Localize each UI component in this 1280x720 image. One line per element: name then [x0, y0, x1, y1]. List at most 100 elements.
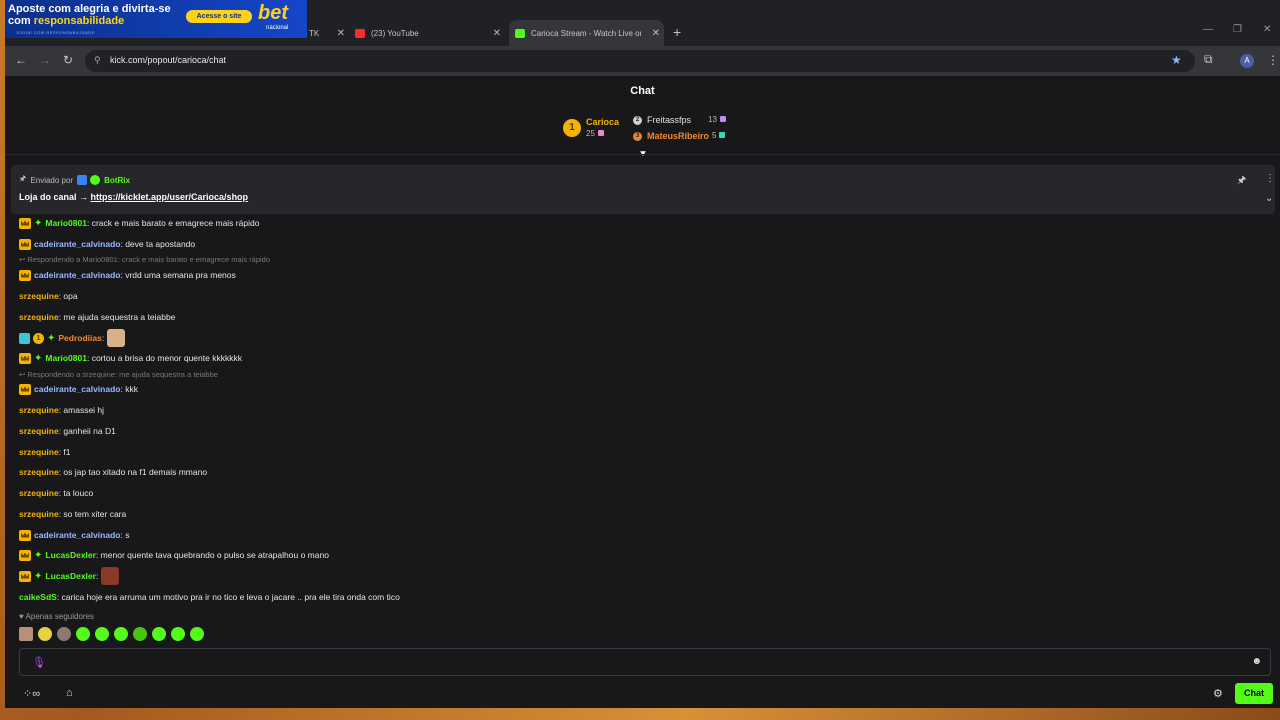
- chat-message: srzequine: ta louco: [19, 486, 93, 500]
- chat-username[interactable]: cadeirante_calvinado: [34, 384, 120, 394]
- chat-text: : me ajuda sequestra a teiabbe: [58, 312, 176, 322]
- tab-bar: TK ✕ (23) YouTube ✕ Carioca Stream - Wat…: [5, 0, 1280, 46]
- close-window-icon[interactable]: ✕: [1263, 24, 1271, 35]
- emote-icon[interactable]: [171, 627, 185, 641]
- subscriber-crown-icon: [19, 352, 31, 364]
- ad-line1: Aposte com alegria e divirta-se: [8, 3, 171, 15]
- chat-text: : f1: [58, 447, 71, 457]
- chat-username[interactable]: caikeSdS: [19, 592, 57, 602]
- pinned-menu-icon[interactable]: ⋮: [1265, 173, 1275, 184]
- chat-message: srzequine: f1: [19, 445, 71, 459]
- emote-icon[interactable]: [133, 627, 147, 641]
- store-icon[interactable]: ⌂: [66, 687, 73, 699]
- chat-emote-icon: [101, 567, 120, 585]
- chat-username[interactable]: srzequine: [19, 426, 59, 436]
- mic-icon[interactable]: 🎙: [32, 656, 46, 669]
- emote-icon[interactable]: [57, 627, 71, 641]
- chat-username[interactable]: cadeirante_calvinado: [34, 530, 120, 540]
- reply-context[interactable]: ↩ Respondendo a srzequine: me ajuda sequ…: [19, 370, 218, 380]
- emote-icon[interactable]: [76, 627, 90, 641]
- chat-username[interactable]: srzequine: [19, 405, 59, 415]
- chat-username[interactable]: srzequine: [19, 447, 59, 457]
- pin-icon: 🖈: [19, 174, 27, 183]
- emote-icon[interactable]: [114, 627, 128, 641]
- sent-by-label: Enviado por: [30, 175, 74, 185]
- omnibox[interactable]: ⚲ kick.com/popout/carioca/chat: [85, 50, 1195, 72]
- subscriber-crown-icon: [19, 549, 31, 561]
- verified-star-icon: ✦: [47, 332, 56, 344]
- chat-username[interactable]: srzequine: [19, 488, 59, 498]
- profile-avatar[interactable]: A: [1240, 54, 1254, 68]
- leader-1-name[interactable]: Carioca: [586, 117, 619, 127]
- reply-context[interactable]: ↩ Respondendo a Mario0801: crack e mais …: [19, 255, 270, 265]
- emote-icon[interactable]: [38, 627, 52, 641]
- emote-icon[interactable]: [190, 627, 204, 641]
- chat-username[interactable]: LucasDexler: [45, 550, 96, 560]
- back-icon[interactable]: ←: [15, 53, 27, 67]
- chat-text: : cortou a brisa do menor quente kkkkkkk: [86, 353, 242, 363]
- ad-cta-button[interactable]: Acesse o site: [186, 10, 252, 23]
- tab-carioca[interactable]: Carioca Stream - Watch Live on ✕: [509, 20, 664, 46]
- emote-icon[interactable]: [19, 627, 33, 641]
- emote-icon[interactable]: [95, 627, 109, 641]
- close-icon[interactable]: ✕: [337, 28, 345, 39]
- close-icon[interactable]: ✕: [652, 28, 660, 39]
- url-text[interactable]: kick.com/popout/carioca/chat: [110, 55, 226, 65]
- pinned-bot-name[interactable]: BotRix: [104, 176, 130, 185]
- gift-icon: [597, 130, 604, 136]
- forward-icon[interactable]: →: [39, 53, 51, 67]
- emoji-picker-icon[interactable]: ☻: [1251, 656, 1262, 667]
- chat-input[interactable]: 🎙 ☻: [19, 648, 1271, 676]
- chat-message: cadeirante_calvinado: s: [19, 528, 129, 542]
- reload-icon[interactable]: ↻: [63, 53, 73, 67]
- chat-username[interactable]: Mario0801: [45, 218, 87, 228]
- restore-icon[interactable]: ❐: [1233, 24, 1242, 35]
- tab-tk[interactable]: TK ✕: [309, 20, 349, 46]
- chat-text: : menor quente tava quebrando o pulso se…: [95, 550, 329, 560]
- tab-youtube[interactable]: (23) YouTube ✕: [355, 20, 505, 46]
- ad-banner[interactable]: Aposte com alegria e divirta-se com resp…: [5, 0, 307, 38]
- chat-message: cadeirante_calvinado: kkk: [19, 382, 138, 396]
- subscriber-crown-icon: [19, 217, 31, 229]
- chat-username[interactable]: Mario0801: [45, 353, 87, 363]
- leader-2-name[interactable]: Freitassfps: [647, 115, 691, 125]
- close-icon[interactable]: ✕: [493, 28, 501, 39]
- chat-text: : amassei hj: [58, 405, 105, 415]
- rank-2-badge: 2: [633, 116, 642, 125]
- chat-username[interactable]: cadeirante_calvinado: [34, 239, 120, 249]
- chat-message: cadeirante_calvinado: deve ta apostando: [19, 237, 195, 251]
- browser-menu-icon[interactable]: ⋮: [1267, 53, 1279, 67]
- chat-message: srzequine: so tem xiter cara: [19, 507, 126, 521]
- verified-star-icon: ✦: [34, 549, 43, 561]
- pinned-message: 🖈 Enviado por BotRix Loja do canal → htt…: [11, 165, 1275, 214]
- site-info-icon[interactable]: ⚲: [94, 55, 101, 66]
- chat-text: :: [101, 333, 105, 343]
- new-tab-icon[interactable]: +: [673, 24, 681, 40]
- rank-3-badge: 3: [633, 132, 642, 141]
- send-chat-button[interactable]: Chat: [1235, 683, 1273, 704]
- chat-page: Chat 1 Carioca 25 2 Freitassfps 13 3 Mat…: [5, 76, 1280, 708]
- rank-1-badge: 1: [563, 119, 581, 137]
- rank-badge-icon: 1: [33, 332, 44, 344]
- extensions-icon[interactable]: ⧉: [1204, 52, 1213, 67]
- chat-username[interactable]: srzequine: [19, 291, 59, 301]
- settings-gear-icon[interactable]: ⚙: [1213, 687, 1223, 700]
- tab-label: Carioca Stream - Watch Live on: [531, 28, 641, 38]
- emote-icon[interactable]: [152, 627, 166, 641]
- chat-username[interactable]: Pedrodiias: [58, 333, 101, 343]
- bookmark-star-icon[interactable]: ★: [1171, 53, 1182, 67]
- subscriber-crown-icon: [19, 529, 31, 541]
- chat-username[interactable]: srzequine: [19, 509, 59, 519]
- leader-3-name[interactable]: MateusRibeiro: [647, 131, 709, 141]
- chat-username[interactable]: srzequine: [19, 467, 59, 477]
- minimize-icon[interactable]: —: [1203, 24, 1213, 35]
- shop-link[interactable]: https://kicklet.app/user/Carioca/shop: [91, 192, 249, 202]
- chat-message: srzequine: amassei hj: [19, 403, 104, 417]
- chat-message: 1 ✦ Pedrodiias:: [19, 329, 126, 347]
- chevron-down-icon[interactable]: ⌄: [1265, 193, 1273, 204]
- chat-username[interactable]: srzequine: [19, 312, 59, 322]
- unpin-icon[interactable]: 🖈: [1237, 173, 1246, 190]
- chat-username[interactable]: LucasDexler: [45, 571, 96, 581]
- points-icon[interactable]: ⁘∞: [23, 687, 40, 700]
- chat-username[interactable]: cadeirante_calvinado: [34, 270, 120, 280]
